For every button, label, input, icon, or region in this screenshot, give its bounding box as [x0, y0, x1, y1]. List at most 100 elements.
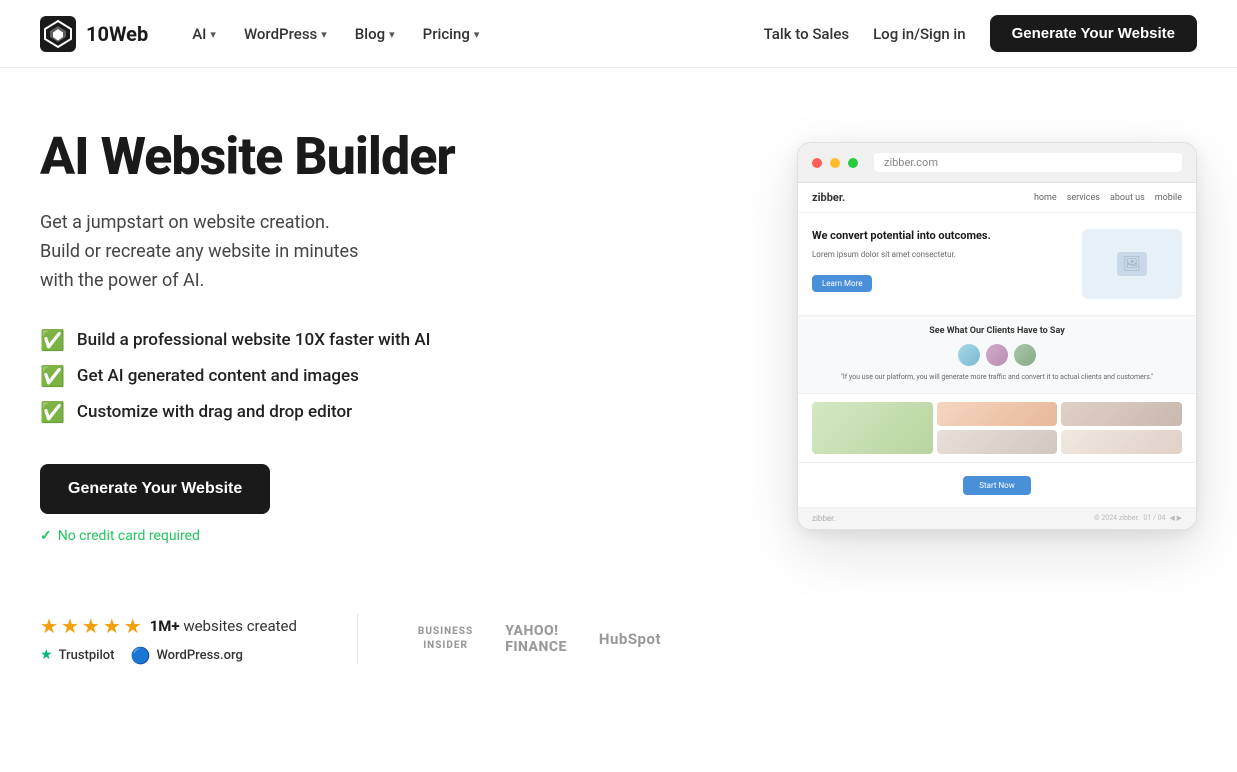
brand-hubspot: HubSpot — [599, 630, 661, 648]
trustpilot-logo: ★ Trustpilot — [40, 647, 115, 663]
nav-link-pricing[interactable]: Pricing ▾ — [411, 17, 492, 51]
star-5: ★ — [124, 614, 142, 638]
logo[interactable]: 10Web — [40, 16, 148, 52]
nav-link-ai[interactable]: AI ▾ — [180, 17, 228, 51]
stars-row: ★ ★ ★ ★ ★ 1M+ websites created — [40, 614, 297, 638]
websites-number: 1M+ — [150, 617, 180, 635]
mockup-content: zibber. home services about us mobile We… — [798, 183, 1196, 529]
mockup-grid-img-5 — [1061, 430, 1182, 454]
check-icon-3: ✅ — [40, 400, 65, 424]
mockup-avatar-2 — [986, 344, 1008, 366]
mockup-testimonials-title: See What Our Clients Have to Say — [812, 326, 1182, 336]
mockup-start-now-btn: Start Now — [963, 476, 1031, 495]
hero-section: AI Website Builder Get a jumpstart on we… — [0, 68, 1237, 584]
chevron-down-icon: ▾ — [321, 28, 327, 41]
trustpilot-icon: ★ — [40, 647, 53, 663]
hero-subtitle-line1: Get a jumpstart on website creation. — [40, 212, 330, 233]
mockup-footer-right: © 2024 zibber. 01 / 04 ◀ ▶ — [1094, 514, 1182, 522]
nav-right: Talk to Sales Log in/Sign in Generate Yo… — [764, 15, 1197, 52]
mockup-hero-image: 🖼 — [1082, 229, 1182, 299]
check-icon-2: ✅ — [40, 364, 65, 388]
section-divider — [357, 614, 358, 664]
trustpilot-label: Trustpilot — [59, 648, 115, 663]
mockup-logo: zibber. — [812, 191, 845, 204]
mockup-bottom-cta: Start Now — [798, 462, 1196, 507]
chevron-down-icon: ▾ — [389, 28, 395, 41]
feature-item-3: ✅ Customize with drag and drop editor — [40, 400, 455, 424]
brand-logos: BUSINESSINSIDER YAHOO!FINANCE HubSpot — [418, 623, 661, 655]
websites-suffix: websites created — [180, 617, 297, 635]
mockup-hero-title: We convert potential into outcomes. — [812, 229, 1072, 243]
chevron-down-icon: ▾ — [474, 28, 480, 41]
mockup-grid-col-2 — [937, 402, 1058, 454]
browser-url: zibber.com — [874, 153, 1182, 172]
mockup-grid-img-4 — [1061, 402, 1182, 426]
no-card-text: No credit card required — [40, 528, 455, 544]
hero-subtitle-line3: with the power of AI. — [40, 270, 204, 291]
hero-subtitle-line2: Build or recreate any website in minutes — [40, 241, 358, 262]
feature-item-1: ✅ Build a professional website 10X faste… — [40, 328, 455, 352]
mockup-footer-arrows: ◀ ▶ — [1169, 514, 1182, 522]
nav-left: 10Web AI ▾ WordPress ▾ Blog ▾ Pricing ▾ — [40, 16, 491, 52]
mockup-hero-sub: Lorem ipsum dolor sit amet consectetur. — [812, 249, 1072, 261]
logo-text: 10Web — [86, 22, 148, 46]
nav-links: AI ▾ WordPress ▾ Blog ▾ Pricing ▾ — [180, 17, 491, 51]
star-2: ★ — [61, 614, 79, 638]
login-link[interactable]: Log in/Sign in — [873, 25, 966, 43]
mockup-nav-link-2: services — [1067, 193, 1100, 203]
star-rating: ★ ★ ★ ★ ★ — [40, 614, 142, 638]
hero-title: AI Website Builder — [40, 128, 455, 185]
mockup-avatars — [812, 344, 1182, 366]
check-icon-1: ✅ — [40, 328, 65, 352]
nav-link-blog-label: Blog — [355, 25, 385, 43]
trust-logos: ★ Trustpilot 🔵 WordPress.org — [40, 646, 297, 665]
browser-dot-red — [812, 158, 822, 168]
nav-link-ai-label: AI — [192, 25, 206, 43]
mockup-testimonials: See What Our Clients Have to Say "If you… — [798, 315, 1196, 394]
nav-link-pricing-label: Pricing — [423, 25, 470, 43]
browser-dot-green — [848, 158, 858, 168]
nav-cta-button[interactable]: Generate Your Website — [990, 15, 1197, 52]
rating-section: ★ ★ ★ ★ ★ 1M+ websites created ★ Trustpi… — [40, 614, 297, 665]
star-4: ★ — [103, 614, 121, 638]
hero-cta-button[interactable]: Generate Your Website — [40, 464, 270, 514]
mockup-nav-link-4: mobile — [1155, 193, 1182, 203]
mockup-grid-img-3 — [937, 430, 1058, 454]
mockup-avatar-3 — [1014, 344, 1036, 366]
brand-yahoo: YAHOO!FINANCE — [505, 623, 567, 655]
mockup-footer-bar: zibber. © 2024 zibber. 01 / 04 ◀ ▶ — [798, 507, 1196, 529]
nav-link-blog[interactable]: Blog ▾ — [343, 17, 407, 51]
image-icon: 🖼 — [1123, 256, 1141, 272]
mockup-testimonial-text: "If you use our platform, you will gener… — [812, 372, 1182, 383]
mockup-nav-link-1: home — [1034, 193, 1057, 203]
websites-count: 1M+ websites created — [150, 617, 297, 635]
nav-link-wordpress-label: WordPress — [244, 25, 317, 43]
wordpress-label: WordPress.org — [156, 648, 242, 663]
mockup-hero-text: We convert potential into outcomes. Lore… — [812, 229, 1072, 299]
hero-subtitle: Get a jumpstart on website creation. Bui… — [40, 209, 455, 295]
wordpress-logo: 🔵 WordPress.org — [131, 646, 243, 665]
mockup-footer-page: 01 / 04 — [1143, 514, 1165, 522]
mockup-footer-left: zibber. — [812, 514, 835, 523]
mockup-learn-more: Learn More — [812, 275, 872, 292]
star-1: ★ — [40, 614, 58, 638]
mockup-grid-col-1 — [812, 402, 933, 454]
mockup-nav-link-3: about us — [1110, 193, 1145, 203]
mockup-grid-img-2 — [937, 402, 1058, 426]
mockup-image-placeholder: 🖼 — [1117, 252, 1147, 276]
wordpress-icon: 🔵 — [131, 646, 151, 665]
feature-text-1: Build a professional website 10X faster … — [77, 330, 431, 350]
hero-cta-area: Generate Your Website No credit card req… — [40, 464, 455, 544]
hero-right: zibber.com zibber. home services about u… — [797, 142, 1197, 530]
mockup-image-grid — [798, 394, 1196, 462]
browser-dot-yellow — [830, 158, 840, 168]
hero-features-list: ✅ Build a professional website 10X faste… — [40, 328, 455, 424]
talk-to-sales-link[interactable]: Talk to Sales — [764, 25, 849, 43]
mockup-hero: We convert potential into outcomes. Lore… — [798, 213, 1196, 315]
mockup-footer-text: © 2024 zibber. — [1094, 514, 1139, 522]
mockup-grid-col-3 — [1061, 402, 1182, 454]
mockup-grid-img-1 — [812, 402, 933, 454]
nav-link-wordpress[interactable]: WordPress ▾ — [232, 17, 339, 51]
feature-item-2: ✅ Get AI generated content and images — [40, 364, 455, 388]
feature-text-3: Customize with drag and drop editor — [77, 402, 352, 422]
